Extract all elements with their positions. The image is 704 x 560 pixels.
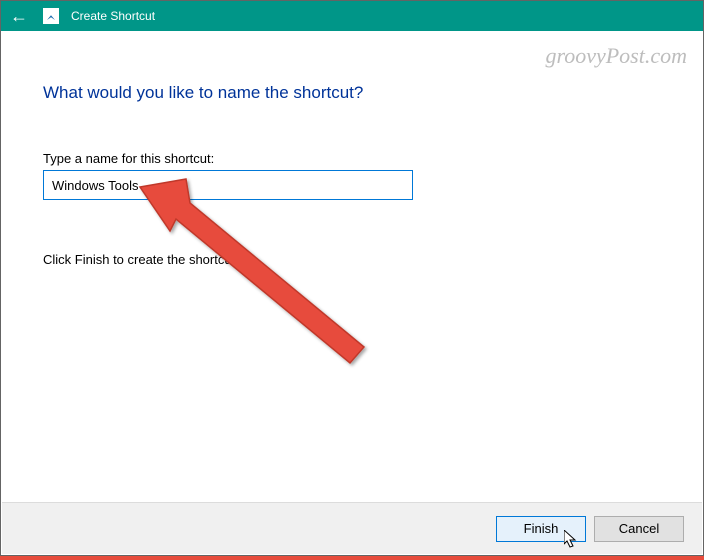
back-button[interactable]: ← xyxy=(7,7,31,25)
button-bar: Finish Cancel xyxy=(2,502,702,554)
wizard-window: ← Create Shortcut What would you like to… xyxy=(0,0,704,556)
cancel-button[interactable]: Cancel xyxy=(594,516,684,542)
finish-button[interactable]: Finish xyxy=(496,516,586,542)
wizard-hint: Click Finish to create the shortcut. xyxy=(43,252,657,267)
shortcut-icon xyxy=(43,8,59,24)
titlebar: ← Create Shortcut xyxy=(1,1,703,31)
wizard-heading: What would you like to name the shortcut… xyxy=(43,83,657,103)
content-area: What would you like to name the shortcut… xyxy=(1,31,703,503)
bottom-annotation-bar xyxy=(0,556,704,560)
shortcut-name-input[interactable] xyxy=(43,170,413,200)
window-title: Create Shortcut xyxy=(71,9,155,23)
input-label: Type a name for this shortcut: xyxy=(43,151,657,166)
